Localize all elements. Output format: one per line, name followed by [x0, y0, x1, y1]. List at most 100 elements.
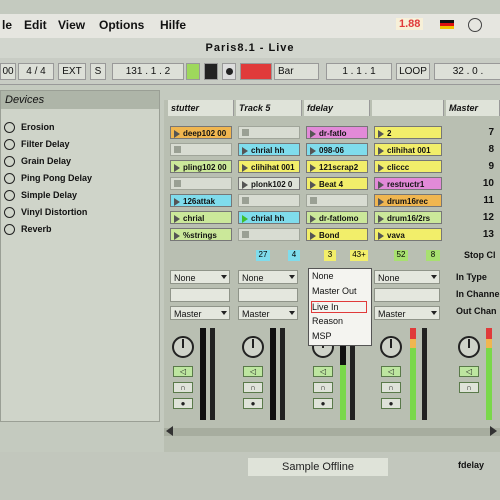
pan-knob[interactable] — [242, 336, 264, 358]
play-button[interactable] — [186, 63, 200, 80]
tempo-field[interactable]: 131 . 1 . 2 — [112, 63, 184, 80]
menu-option-master-out[interactable]: Master Out — [312, 286, 357, 296]
cue-button[interactable]: ∩ — [243, 382, 263, 393]
track-header-track5[interactable]: Track 5 — [236, 100, 302, 116]
scene-8[interactable]: 8 — [474, 144, 494, 155]
input-channel-dropdown[interactable] — [238, 288, 298, 302]
arm-button[interactable]: ● — [243, 398, 263, 409]
track-header-4[interactable] — [372, 100, 444, 116]
clip-slot-playing[interactable]: chrial hh — [238, 211, 300, 224]
menu-option-reason[interactable]: Reason — [312, 316, 343, 326]
clip-slot[interactable]: 098-06 — [306, 143, 368, 156]
cue-button[interactable]: ∩ — [381, 382, 401, 393]
clip-slot[interactable]: plonk102 0 — [238, 177, 300, 190]
clip-slot[interactable]: dr-fatlomo — [306, 211, 368, 224]
clip-slot[interactable]: clihihat 001 — [374, 143, 442, 156]
quantize-color-button[interactable] — [240, 63, 272, 80]
volume-fader[interactable] — [210, 328, 215, 420]
input-channel-dropdown[interactable] — [374, 288, 440, 302]
clip-slot[interactable]: chrial hh — [238, 143, 300, 156]
cue-button[interactable]: ∩ — [313, 382, 333, 393]
device-vinyl-distortion[interactable]: Vinyl Distortion — [1, 204, 159, 221]
stop-clips-button[interactable]: Stop Cl — [464, 250, 496, 260]
device-ping-pong-delay[interactable]: Ping Pong Delay — [1, 170, 159, 187]
scene-13[interactable]: 13 — [474, 229, 494, 240]
time-signature[interactable]: 4 / 4 — [18, 63, 54, 80]
output-dropdown[interactable]: Master — [374, 306, 440, 320]
clip-slot[interactable]: 2 — [374, 126, 442, 139]
clip-slot[interactable]: pling102 00 — [170, 160, 232, 173]
ext-sync-button[interactable]: EXT — [58, 63, 86, 80]
clip-slot[interactable]: Bond — [306, 228, 368, 241]
scene-9[interactable]: 9 — [474, 161, 494, 172]
input-type-dropdown[interactable]: None — [374, 270, 440, 284]
arrangement-position[interactable]: 1 . 1 . 1 — [326, 63, 392, 80]
master-header[interactable]: Master — [446, 100, 500, 116]
clip-slot[interactable]: drum16/2rs — [374, 211, 442, 224]
clip-slot[interactable]: 126attak — [170, 194, 232, 207]
input-channel-dropdown[interactable] — [170, 288, 230, 302]
output-dropdown[interactable]: Master — [170, 306, 230, 320]
clip-slot[interactable]: restructr1 — [374, 177, 442, 190]
menu-extra-icon[interactable] — [468, 18, 482, 32]
clip-slot[interactable]: deep102 00 — [170, 126, 232, 139]
empty-clip-slot[interactable] — [238, 126, 300, 139]
scroll-left-icon[interactable] — [166, 426, 173, 436]
menu-hilfe[interactable]: Hilfe — [160, 18, 186, 32]
menu-option-none[interactable]: None — [312, 271, 334, 281]
record-button[interactable] — [222, 63, 236, 80]
volume-fader[interactable] — [422, 328, 427, 420]
menu-view[interactable]: View — [58, 18, 85, 32]
quantize-dropdown[interactable]: Bar — [274, 63, 319, 80]
menu-option-msp[interactable]: MSP — [312, 331, 332, 341]
device-filter-delay[interactable]: Filter Delay — [1, 136, 159, 153]
device-erosion[interactable]: Erosion — [1, 119, 159, 136]
clip-slot[interactable]: drum16rec — [374, 194, 442, 207]
horizontal-scrollbar[interactable] — [164, 428, 500, 436]
output-dropdown[interactable]: Master — [238, 306, 298, 320]
arm-button[interactable]: ● — [313, 398, 333, 409]
track-activator-button[interactable]: ◁ — [243, 366, 263, 377]
master-pan-knob[interactable] — [458, 336, 480, 358]
track-header-fdelay[interactable]: fdelay — [304, 100, 370, 116]
menu-option-live-in[interactable]: Live In — [311, 301, 367, 313]
track-header-stutter[interactable]: stutter — [168, 100, 234, 116]
device-simple-delay[interactable]: Simple Delay — [1, 187, 159, 204]
loop-button[interactable]: LOOP — [396, 63, 430, 80]
empty-clip-slot[interactable] — [170, 177, 232, 190]
track-activator-button[interactable]: ◁ — [381, 366, 401, 377]
pan-knob[interactable] — [172, 336, 194, 358]
menu-options[interactable]: Options — [99, 18, 144, 32]
arm-button[interactable]: ● — [381, 398, 401, 409]
device-grain-delay[interactable]: Grain Delay — [1, 153, 159, 170]
arm-button[interactable]: ● — [173, 398, 193, 409]
clip-slot[interactable]: 121scrap2 — [306, 160, 368, 173]
menu-edit[interactable]: Edit — [24, 18, 47, 32]
volume-fader[interactable] — [280, 328, 285, 420]
loop-length[interactable]: 32 . 0 . — [434, 63, 500, 80]
scroll-right-icon[interactable] — [490, 426, 497, 436]
pan-knob[interactable] — [380, 336, 402, 358]
clip-slot[interactable]: Beat 4 — [306, 177, 368, 190]
menu-file[interactable]: le — [2, 18, 12, 32]
scene-7[interactable]: 7 — [474, 127, 494, 138]
scene-11[interactable]: 11 — [474, 195, 494, 206]
empty-clip-slot[interactable] — [170, 143, 232, 156]
clip-slot[interactable]: clihihat 001 — [238, 160, 300, 173]
scene-12[interactable]: 12 — [474, 212, 494, 223]
track-activator-button[interactable]: ◁ — [313, 366, 333, 377]
clip-slot[interactable]: cliccc — [374, 160, 442, 173]
stop-button[interactable] — [204, 63, 218, 80]
input-type-dropdown[interactable]: None — [238, 270, 298, 284]
empty-clip-slot[interactable] — [238, 228, 300, 241]
sync-s-button[interactable]: S — [90, 63, 106, 80]
clip-slot[interactable]: vava — [374, 228, 442, 241]
track-activator-button[interactable]: ◁ — [173, 366, 193, 377]
cue-button[interactable]: ∩ — [173, 382, 193, 393]
clip-slot[interactable]: dr-fatlo — [306, 126, 368, 139]
input-type-dropdown[interactable]: None — [170, 270, 230, 284]
scene-10[interactable]: 10 — [474, 178, 494, 189]
clip-slot[interactable]: %strings — [170, 228, 232, 241]
master-activator-button[interactable]: ◁ — [459, 366, 479, 377]
device-reverb[interactable]: Reverb — [1, 221, 159, 238]
